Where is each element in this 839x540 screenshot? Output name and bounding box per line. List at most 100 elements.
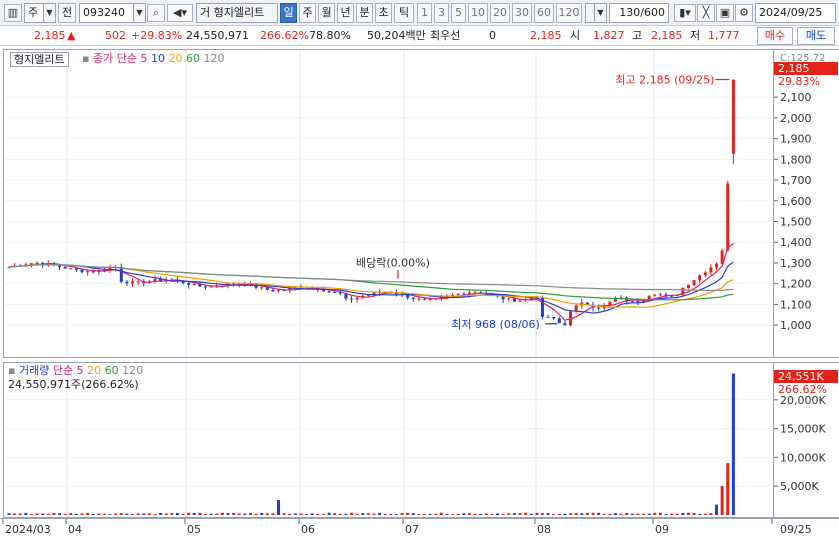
volume-bar <box>546 513 550 515</box>
volume-bar <box>18 513 22 515</box>
legend-ma-120: 120 <box>203 52 225 65</box>
volume-bar <box>321 514 325 515</box>
save-icon[interactable]: ▣ <box>716 4 734 22</box>
price-tick-label: 1,900 <box>780 133 812 146</box>
volume-bar <box>170 513 174 515</box>
interval-1-button[interactable]: 1 <box>417 3 432 23</box>
volume-axis: 20,000K 15,000K 10,000K 5,000K 24,551K 266.62… <box>774 362 839 518</box>
candle-body <box>29 263 33 265</box>
interval-10-button[interactable]: 10 <box>468 3 488 23</box>
candle-body <box>260 287 264 289</box>
volume-bar <box>675 513 679 515</box>
interval-60-button[interactable]: 60 <box>534 3 554 23</box>
volume-bar <box>243 513 247 515</box>
volume-bar <box>108 514 112 515</box>
low-price: 1,777 <box>708 29 740 42</box>
candle-body <box>574 305 578 312</box>
chart-window-icon[interactable]: ▥ <box>4 4 22 22</box>
prev-button[interactable]: 전 <box>58 3 76 23</box>
volume-bar <box>608 513 612 515</box>
volume-bar <box>175 513 179 515</box>
volume-bar <box>602 513 606 515</box>
date-axis: 2024/03 04 05 06 07 08 09 09/25 <box>0 518 839 540</box>
legend-square-icon: ▪ <box>8 364 16 377</box>
legend-ma-10: 10 <box>150 52 165 65</box>
date-input[interactable]: 2024/09/25 <box>755 3 836 23</box>
crosshair-icon[interactable]: ╳ <box>697 4 715 22</box>
volume-bar <box>625 512 629 515</box>
candle-body <box>692 280 696 285</box>
interval-5-button[interactable]: 5 <box>451 3 466 23</box>
gear-icon[interactable]: ⚙ <box>735 4 753 22</box>
interval-30-button[interactable]: 30 <box>512 3 532 23</box>
volume-bar <box>344 513 348 515</box>
volume-bar <box>372 513 376 515</box>
ask-price: 2,185 <box>530 29 562 42</box>
candle-body <box>333 291 337 293</box>
volume-bar <box>406 512 410 515</box>
legend-ma-5: 5 <box>140 52 148 65</box>
candle-type-icon[interactable]: ▮▾ <box>674 4 696 22</box>
price-chart-pane[interactable]: 최고 2,185 (09/25) 최저 968 (08/06) 배당락(0.00%)… <box>3 49 774 358</box>
volume-bar <box>703 513 707 515</box>
period-week-button[interactable]: 주 <box>299 3 316 23</box>
volume-bar <box>159 513 163 515</box>
period-tick-button[interactable]: 틱 <box>394 3 414 23</box>
sell-button[interactable]: 매도 <box>797 27 835 45</box>
price-chart[interactable]: 최고 2,185 (09/25) 최저 968 (08/06) 배당락(0.00%) <box>4 50 773 357</box>
price-tick-label: 2,000 <box>780 112 812 125</box>
volume-bar <box>215 513 219 515</box>
volume-bar <box>277 500 281 515</box>
high-annotation: 최고 2,185 (09/25) <box>615 74 714 87</box>
search-icon[interactable]: ⌕ <box>147 4 165 22</box>
volume-bar <box>254 513 258 515</box>
interval-120-button[interactable]: 120 <box>556 3 582 23</box>
volume-bar <box>46 513 50 515</box>
candle-body <box>518 300 522 302</box>
volume-bar <box>664 514 668 515</box>
volume-bar <box>204 513 208 515</box>
chevron-down-icon[interactable]: ▼ <box>43 3 56 23</box>
price-tick-label: 1,300 <box>780 257 812 270</box>
candle-count-input[interactable]: 130/600 <box>609 3 669 23</box>
period-second-button[interactable]: 초 <box>375 3 392 23</box>
period-month-button[interactable]: 월 <box>318 3 335 23</box>
chevron-down-icon[interactable]: ▼ <box>133 3 146 23</box>
low-label: 저 <box>690 29 701 42</box>
volume-bar <box>529 513 533 515</box>
period-day-button[interactable]: 일 <box>280 3 297 23</box>
volume-bar <box>378 512 382 515</box>
price-tick-label: 1,800 <box>780 153 812 166</box>
volume-bar <box>552 514 556 515</box>
date-label: 06 <box>301 523 315 536</box>
volume-bar <box>181 514 185 515</box>
speaker-icon[interactable]: ◀▾ <box>167 4 193 22</box>
price-tick-label: 1,100 <box>780 298 812 311</box>
stock-name-field: 거 형지엘리트 <box>196 3 278 23</box>
candle-body <box>709 267 713 273</box>
volume-bar <box>394 514 398 515</box>
buy-button[interactable]: 매수 <box>757 27 793 45</box>
candle-body <box>507 298 511 300</box>
chevron-down-icon[interactable]: ▼ <box>594 3 607 23</box>
interval-20-button[interactable]: 20 <box>490 3 510 23</box>
volume-bar <box>350 512 354 515</box>
volume-bar <box>226 513 230 515</box>
volume-bar <box>619 513 623 515</box>
priority-value: 0 <box>489 29 496 42</box>
candle-body <box>69 268 73 270</box>
date-label: 09 <box>655 523 669 536</box>
volume-bar <box>428 513 432 515</box>
volume-tick-label: 15,000K <box>780 423 826 436</box>
stock-name-prefix: 거 <box>200 6 211 19</box>
period-minute-button[interactable]: 분 <box>356 3 373 23</box>
period-year-button[interactable]: 년 <box>337 3 354 23</box>
volume-bar <box>484 513 488 515</box>
market-select[interactable]: 주 <box>24 3 44 23</box>
volume-chart-pane[interactable]: ▪ 거래량 단순 5 20 60 120 24,550,971주(266.62%… <box>3 362 774 518</box>
volume-bar <box>153 514 157 515</box>
price-tick-label: 1,700 <box>780 174 812 187</box>
volume-bar <box>715 504 719 515</box>
interval-3-button[interactable]: 3 <box>434 3 449 23</box>
stock-code-input[interactable]: 093240 <box>79 3 134 23</box>
